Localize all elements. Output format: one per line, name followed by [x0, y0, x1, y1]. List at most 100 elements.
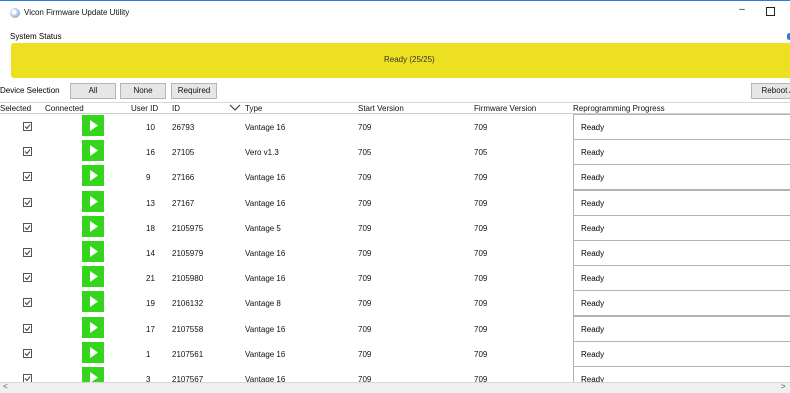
window-title: Vicon Firmware Update Utility — [24, 8, 130, 17]
start-version-cell: 709 — [358, 223, 372, 233]
row-select-checkbox[interactable] — [23, 147, 32, 157]
sort-chevron-down-icon[interactable] — [229, 103, 241, 112]
scroll-left-arrow-icon[interactable]: < — [3, 382, 8, 391]
reprogramming-progress-cell: Ready — [573, 114, 790, 140]
table-row[interactable]: 14 2105979 Vantage 16 709 709 Ready — [0, 240, 790, 266]
firmware-version-cell: 709 — [474, 299, 488, 309]
start-version-cell: 709 — [358, 198, 372, 208]
type-cell: Vantage 16 — [245, 349, 286, 359]
progress-status-text: Ready — [581, 274, 605, 284]
user-id-cell: 16 — [146, 148, 155, 158]
table-row[interactable]: 17 2107558 Vantage 16 709 709 Ready — [0, 315, 790, 342]
row-select-checkbox[interactable] — [23, 122, 32, 131]
start-version-cell: 705 — [358, 148, 372, 158]
table-row[interactable]: 21 2105980 Vantage 16 709 709 Ready — [0, 265, 790, 292]
start-version-cell: 709 — [358, 349, 372, 359]
minimize-button[interactable]: – — [735, 4, 749, 18]
progress-status-text: Ready — [581, 198, 605, 208]
select-required-button[interactable]: Required — [171, 83, 217, 99]
progress-status-text: Ready — [581, 249, 605, 258]
connected-play-icon[interactable] — [82, 165, 104, 187]
row-select-checkbox[interactable] — [23, 273, 32, 283]
table-row[interactable]: 16 27105 Vero v1.3 705 705 Ready — [0, 139, 790, 166]
firmware-version-cell: 709 — [474, 349, 488, 359]
row-select-checkbox[interactable] — [23, 248, 32, 257]
column-header-firmware-version[interactable]: Firmware Version — [474, 104, 536, 113]
firmware-version-cell: 709 — [474, 274, 488, 284]
id-cell: 2105979 — [172, 249, 204, 258]
row-select-checkbox[interactable] — [23, 172, 32, 182]
start-version-cell: 709 — [358, 299, 372, 309]
row-select-checkbox[interactable] — [23, 298, 32, 308]
type-cell: Vantage 5 — [245, 223, 281, 233]
reprogramming-progress-cell: Ready — [573, 189, 790, 216]
user-id-cell: 14 — [146, 249, 155, 258]
row-select-checkbox[interactable] — [23, 323, 32, 333]
app-icon — [10, 8, 20, 18]
connected-play-icon[interactable] — [82, 266, 104, 288]
column-header-connected[interactable]: Connected — [45, 104, 84, 113]
column-header-reprogramming-progress[interactable]: Reprogramming Progress — [573, 104, 665, 113]
horizontal-scrollbar[interactable] — [0, 382, 790, 393]
reprogramming-progress-cell: Ready — [573, 240, 790, 266]
progress-status-text: Ready — [581, 299, 605, 309]
start-version-cell: 709 — [358, 173, 372, 183]
reprogramming-progress-cell: Ready — [573, 265, 790, 292]
connected-play-icon[interactable] — [82, 215, 104, 237]
id-cell: 2107561 — [172, 349, 204, 359]
type-cell: Vantage 16 — [245, 123, 286, 132]
scroll-right-arrow-icon[interactable]: > — [781, 382, 786, 391]
select-none-button[interactable]: None — [120, 83, 166, 99]
id-cell: 27167 — [172, 198, 195, 208]
table-row[interactable]: 19 2106132 Vantage 8 709 709 Ready — [0, 290, 790, 317]
firmware-version-cell: 709 — [474, 249, 488, 258]
reprogramming-progress-cell: Ready — [573, 139, 790, 166]
firmware-version-cell: 709 — [474, 223, 488, 233]
table-row[interactable]: 1 2107561 Vantage 16 709 709 Ready — [0, 340, 790, 367]
system-status-label: System Status — [10, 32, 62, 41]
connected-play-icon[interactable] — [82, 241, 104, 262]
maximize-button[interactable] — [766, 7, 775, 16]
firmware-version-cell: 705 — [474, 148, 488, 158]
user-id-cell: 10 — [146, 123, 155, 132]
id-cell: 27105 — [172, 148, 195, 158]
reboot-all-button[interactable]: Reboot A — [751, 83, 790, 99]
type-cell: Vero v1.3 — [245, 148, 279, 158]
column-header-id[interactable]: ID — [172, 104, 180, 113]
reprogramming-progress-cell: Ready — [573, 290, 790, 317]
column-header-user-id[interactable]: User ID — [131, 104, 158, 113]
connected-play-icon[interactable] — [82, 291, 104, 313]
table-row[interactable]: 13 27167 Vantage 16 709 709 Ready — [0, 189, 790, 216]
user-id-cell: 19 — [146, 299, 155, 309]
connected-play-icon[interactable] — [82, 316, 104, 338]
column-header-start-version[interactable]: Start Version — [358, 104, 404, 113]
progress-status-text: Ready — [581, 349, 605, 359]
id-cell: 27166 — [172, 173, 195, 183]
connected-play-icon[interactable] — [82, 190, 104, 212]
user-id-cell: 21 — [146, 274, 155, 284]
id-cell: 2105980 — [172, 274, 204, 284]
id-cell: 2106132 — [172, 299, 204, 309]
id-cell: 2107558 — [172, 324, 204, 334]
device-selection-label: Device Selection — [0, 86, 60, 95]
progress-status-text: Ready — [581, 148, 605, 158]
column-header-type[interactable]: Type — [245, 104, 262, 113]
row-select-checkbox[interactable] — [23, 222, 32, 232]
column-header-selected[interactable]: Selected — [0, 104, 31, 113]
progress-status-text: Ready — [581, 324, 605, 334]
start-version-cell: 709 — [358, 249, 372, 258]
table-row[interactable]: 18 2105975 Vantage 5 709 709 Ready — [0, 214, 790, 241]
connected-play-icon[interactable] — [82, 140, 104, 162]
connected-play-icon[interactable] — [82, 115, 104, 136]
type-cell: Vantage 16 — [245, 198, 286, 208]
connected-play-icon[interactable] — [82, 341, 104, 363]
row-select-checkbox[interactable] — [23, 348, 32, 358]
id-cell: 26793 — [172, 123, 195, 132]
table-row[interactable]: 10 26793 Vantage 16 709 709 Ready — [0, 114, 790, 140]
row-select-checkbox[interactable] — [23, 197, 32, 207]
firmware-version-cell: 709 — [474, 324, 488, 334]
select-all-button[interactable]: All — [70, 83, 116, 99]
table-row[interactable]: 9 27166 Vantage 16 709 709 Ready — [0, 164, 790, 191]
start-version-cell: 709 — [358, 274, 372, 284]
progress-status-text: Ready — [581, 173, 605, 183]
